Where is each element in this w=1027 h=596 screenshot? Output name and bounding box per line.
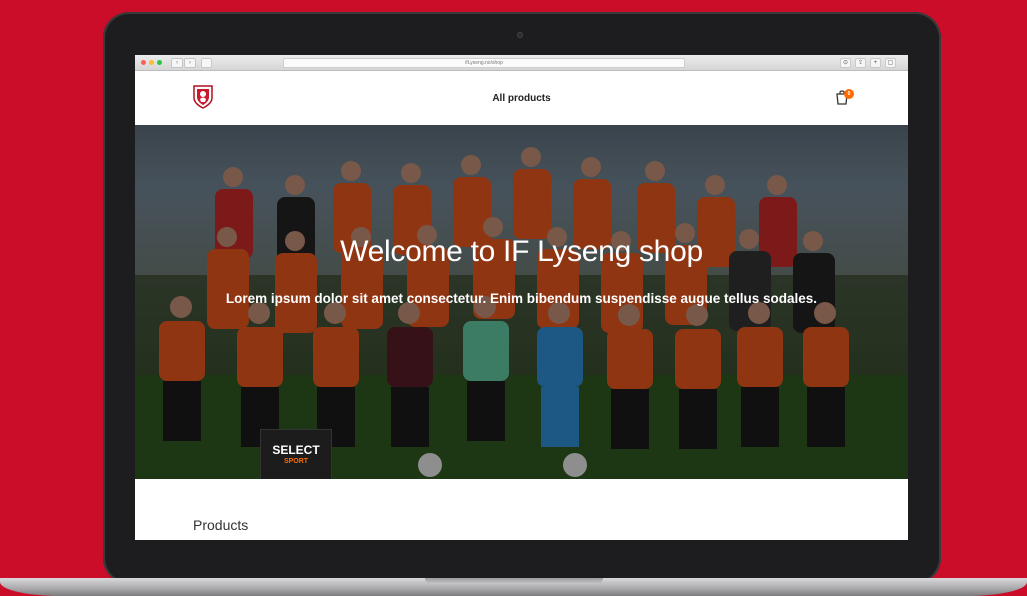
back-button[interactable]: ‹	[171, 58, 183, 68]
minimize-window-icon[interactable]	[149, 60, 154, 65]
browser-toolbar: ‹ › ifLyseng.no/shop ⊙ ⇪ + ▢	[135, 55, 908, 71]
site-header: All products 0	[135, 71, 908, 125]
sponsor-sign: SELECT SPORT	[260, 429, 332, 479]
new-tab-icon[interactable]: +	[870, 58, 881, 68]
close-window-icon[interactable]	[141, 60, 146, 65]
browser-window: ‹ › ifLyseng.no/shop ⊙ ⇪ + ▢ All product…	[135, 55, 908, 540]
hero-title: Welcome to IF Lyseng shop	[340, 235, 703, 268]
nav-all-products[interactable]: All products	[135, 93, 908, 104]
forward-button[interactable]: ›	[184, 58, 196, 68]
share-icon[interactable]: ⇪	[855, 58, 866, 68]
hero-subtitle: Lorem ipsum dolor sit amet consectetur. …	[225, 291, 818, 306]
address-bar[interactable]: ifLyseng.no/shop	[283, 58, 685, 68]
sidebar-toggle-icon[interactable]	[201, 58, 212, 68]
tabs-overview-icon[interactable]: ▢	[885, 58, 896, 68]
camera-icon	[517, 32, 523, 38]
hero-banner: SELECT SPORT Welcome to IF Lyseng shop L…	[135, 125, 908, 479]
maximize-window-icon[interactable]	[157, 60, 162, 65]
download-icon[interactable]: ⊙	[840, 58, 851, 68]
laptop-notch	[425, 578, 603, 584]
sponsor-sign-text: SELECT	[272, 443, 320, 457]
products-heading: Products	[193, 517, 249, 533]
cart-count-badge: 0	[844, 89, 854, 99]
sponsor-sign-subtext: SPORT	[283, 458, 309, 465]
products-section: Products	[135, 479, 908, 540]
